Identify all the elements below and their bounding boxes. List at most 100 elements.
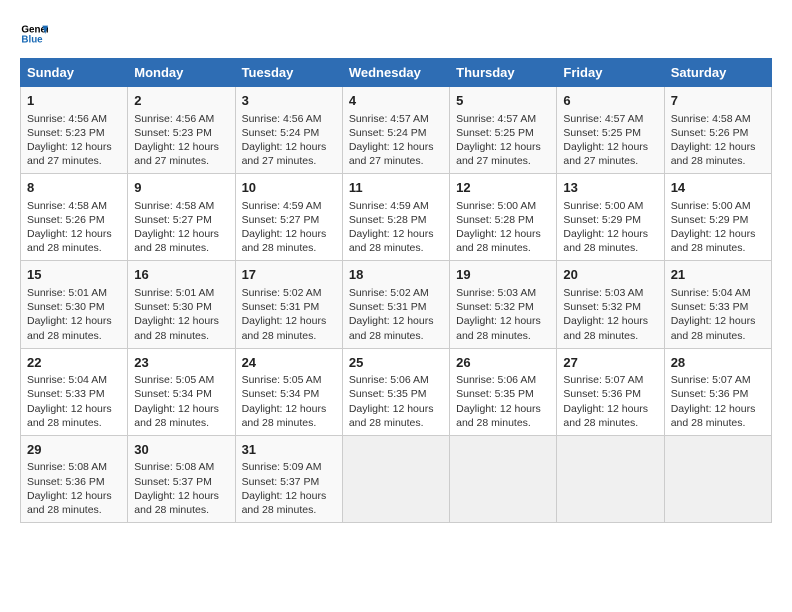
calendar-cell: 11 Sunrise: 4:59 AM Sunset: 5:28 PM Dayl… <box>342 174 449 261</box>
day-number: 20 <box>563 266 657 284</box>
sunset-label: Sunset: 5:23 PM <box>27 127 105 139</box>
sunset-label: Sunset: 5:31 PM <box>349 301 427 313</box>
header-tuesday: Tuesday <box>235 59 342 87</box>
calendar-cell: 3 Sunrise: 4:56 AM Sunset: 5:24 PM Dayli… <box>235 87 342 174</box>
sunrise-label: Sunrise: 5:00 AM <box>563 200 643 212</box>
day-number: 19 <box>456 266 550 284</box>
daylight-label: Daylight: 12 hours and 28 minutes. <box>671 141 756 167</box>
sunset-label: Sunset: 5:24 PM <box>349 127 427 139</box>
sunrise-label: Sunrise: 4:57 AM <box>349 113 429 125</box>
sunrise-label: Sunrise: 4:56 AM <box>242 113 322 125</box>
day-number: 22 <box>27 354 121 372</box>
sunset-label: Sunset: 5:24 PM <box>242 127 320 139</box>
daylight-label: Daylight: 12 hours and 28 minutes. <box>563 315 648 341</box>
sunrise-label: Sunrise: 5:00 AM <box>456 200 536 212</box>
daylight-label: Daylight: 12 hours and 28 minutes. <box>242 490 327 516</box>
sunset-label: Sunset: 5:27 PM <box>134 214 212 226</box>
daylight-label: Daylight: 12 hours and 27 minutes. <box>563 141 648 167</box>
calendar-week-row: 8 Sunrise: 4:58 AM Sunset: 5:26 PM Dayli… <box>21 174 772 261</box>
calendar-cell: 13 Sunrise: 5:00 AM Sunset: 5:29 PM Dayl… <box>557 174 664 261</box>
day-number: 2 <box>134 92 228 110</box>
daylight-label: Daylight: 12 hours and 27 minutes. <box>27 141 112 167</box>
calendar-cell: 25 Sunrise: 5:06 AM Sunset: 5:35 PM Dayl… <box>342 348 449 435</box>
sunrise-label: Sunrise: 5:05 AM <box>134 374 214 386</box>
sunset-label: Sunset: 5:29 PM <box>563 214 641 226</box>
calendar-cell <box>342 435 449 522</box>
sunset-label: Sunset: 5:29 PM <box>671 214 749 226</box>
sunset-label: Sunset: 5:25 PM <box>456 127 534 139</box>
day-number: 8 <box>27 179 121 197</box>
day-number: 1 <box>27 92 121 110</box>
day-number: 12 <box>456 179 550 197</box>
sunset-label: Sunset: 5:23 PM <box>134 127 212 139</box>
sunrise-label: Sunrise: 4:58 AM <box>671 113 751 125</box>
calendar-cell: 21 Sunrise: 5:04 AM Sunset: 5:33 PM Dayl… <box>664 261 771 348</box>
daylight-label: Daylight: 12 hours and 28 minutes. <box>671 228 756 254</box>
sunset-label: Sunset: 5:36 PM <box>671 388 749 400</box>
sunset-label: Sunset: 5:25 PM <box>563 127 641 139</box>
day-number: 14 <box>671 179 765 197</box>
calendar-cell <box>450 435 557 522</box>
calendar-cell: 1 Sunrise: 4:56 AM Sunset: 5:23 PM Dayli… <box>21 87 128 174</box>
sunset-label: Sunset: 5:27 PM <box>242 214 320 226</box>
calendar-cell: 7 Sunrise: 4:58 AM Sunset: 5:26 PM Dayli… <box>664 87 771 174</box>
sunrise-label: Sunrise: 5:03 AM <box>563 287 643 299</box>
sunrise-label: Sunrise: 5:04 AM <box>671 287 751 299</box>
daylight-label: Daylight: 12 hours and 27 minutes. <box>242 141 327 167</box>
day-number: 26 <box>456 354 550 372</box>
day-number: 7 <box>671 92 765 110</box>
calendar-cell: 31 Sunrise: 5:09 AM Sunset: 5:37 PM Dayl… <box>235 435 342 522</box>
day-number: 28 <box>671 354 765 372</box>
day-number: 21 <box>671 266 765 284</box>
daylight-label: Daylight: 12 hours and 28 minutes. <box>349 403 434 429</box>
daylight-label: Daylight: 12 hours and 28 minutes. <box>242 315 327 341</box>
sunset-label: Sunset: 5:36 PM <box>563 388 641 400</box>
header-sunday: Sunday <box>21 59 128 87</box>
sunset-label: Sunset: 5:30 PM <box>134 301 212 313</box>
calendar-cell: 28 Sunrise: 5:07 AM Sunset: 5:36 PM Dayl… <box>664 348 771 435</box>
sunset-label: Sunset: 5:28 PM <box>456 214 534 226</box>
calendar-cell: 16 Sunrise: 5:01 AM Sunset: 5:30 PM Dayl… <box>128 261 235 348</box>
sunset-label: Sunset: 5:35 PM <box>456 388 534 400</box>
sunrise-label: Sunrise: 5:07 AM <box>671 374 751 386</box>
sunrise-label: Sunrise: 5:00 AM <box>671 200 751 212</box>
daylight-label: Daylight: 12 hours and 28 minutes. <box>456 403 541 429</box>
sunrise-label: Sunrise: 5:05 AM <box>242 374 322 386</box>
daylight-label: Daylight: 12 hours and 28 minutes. <box>671 315 756 341</box>
daylight-label: Daylight: 12 hours and 28 minutes. <box>671 403 756 429</box>
sunset-label: Sunset: 5:35 PM <box>349 388 427 400</box>
sunrise-label: Sunrise: 4:56 AM <box>27 113 107 125</box>
sunrise-label: Sunrise: 4:58 AM <box>27 200 107 212</box>
calendar-cell: 26 Sunrise: 5:06 AM Sunset: 5:35 PM Dayl… <box>450 348 557 435</box>
day-number: 23 <box>134 354 228 372</box>
daylight-label: Daylight: 12 hours and 28 minutes. <box>27 403 112 429</box>
sunrise-label: Sunrise: 4:59 AM <box>242 200 322 212</box>
sunset-label: Sunset: 5:28 PM <box>349 214 427 226</box>
calendar-cell: 6 Sunrise: 4:57 AM Sunset: 5:25 PM Dayli… <box>557 87 664 174</box>
day-number: 9 <box>134 179 228 197</box>
day-number: 27 <box>563 354 657 372</box>
sunset-label: Sunset: 5:30 PM <box>27 301 105 313</box>
sunset-label: Sunset: 5:33 PM <box>671 301 749 313</box>
daylight-label: Daylight: 12 hours and 28 minutes. <box>349 315 434 341</box>
logo: General Blue <box>20 20 52 48</box>
day-number: 13 <box>563 179 657 197</box>
sunset-label: Sunset: 5:31 PM <box>242 301 320 313</box>
calendar-cell: 14 Sunrise: 5:00 AM Sunset: 5:29 PM Dayl… <box>664 174 771 261</box>
daylight-label: Daylight: 12 hours and 28 minutes. <box>134 490 219 516</box>
sunset-label: Sunset: 5:34 PM <box>242 388 320 400</box>
calendar-header-row: SundayMondayTuesdayWednesdayThursdayFrid… <box>21 59 772 87</box>
daylight-label: Daylight: 12 hours and 28 minutes. <box>456 315 541 341</box>
calendar-cell: 4 Sunrise: 4:57 AM Sunset: 5:24 PM Dayli… <box>342 87 449 174</box>
calendar-week-row: 29 Sunrise: 5:08 AM Sunset: 5:36 PM Dayl… <box>21 435 772 522</box>
day-number: 10 <box>242 179 336 197</box>
sunrise-label: Sunrise: 5:06 AM <box>349 374 429 386</box>
calendar-cell: 18 Sunrise: 5:02 AM Sunset: 5:31 PM Dayl… <box>342 261 449 348</box>
calendar-cell: 8 Sunrise: 4:58 AM Sunset: 5:26 PM Dayli… <box>21 174 128 261</box>
calendar-cell: 24 Sunrise: 5:05 AM Sunset: 5:34 PM Dayl… <box>235 348 342 435</box>
header-monday: Monday <box>128 59 235 87</box>
sunrise-label: Sunrise: 4:58 AM <box>134 200 214 212</box>
daylight-label: Daylight: 12 hours and 28 minutes. <box>242 403 327 429</box>
calendar-cell: 23 Sunrise: 5:05 AM Sunset: 5:34 PM Dayl… <box>128 348 235 435</box>
daylight-label: Daylight: 12 hours and 28 minutes. <box>563 403 648 429</box>
